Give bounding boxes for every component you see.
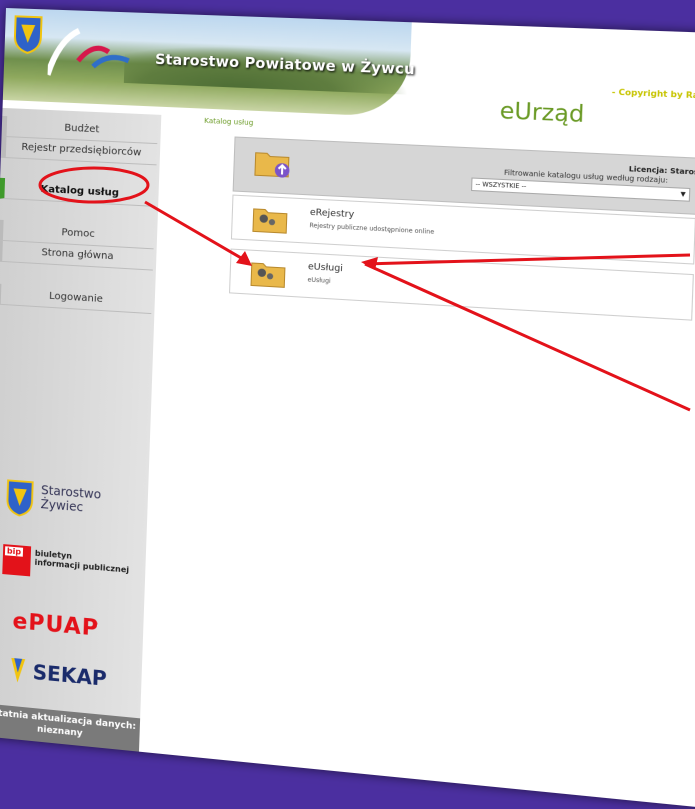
sekap-label: SEKAP	[32, 659, 108, 691]
browser-screen: Starostwo Powiatowe w Żywcu eUrząd - Cop…	[0, 8, 695, 809]
bip-label-2: informacji publicznej	[34, 557, 130, 575]
service-description: eUsługi	[307, 276, 331, 285]
starostwo-label-2: Żywiec	[40, 497, 84, 515]
last-update: Ostatnia aktualizacja danych: nieznany	[0, 703, 141, 752]
bip-badge: bip	[2, 544, 32, 577]
service-title[interactable]: eUsługi	[308, 262, 343, 274]
category-select-value: -- WSZYSTKIE --	[475, 180, 527, 191]
breadcrumb[interactable]: Katalog usług	[204, 117, 253, 127]
coat-of-arms-icon	[13, 15, 43, 54]
sidebar-item-katalog[interactable]: Katalog usług	[0, 177, 156, 207]
coat-of-arms-icon	[4, 478, 35, 518]
service-title[interactable]: eRejestry	[310, 208, 355, 221]
copyright-text: - Copyright by Rafał	[611, 87, 695, 101]
logo-waves-icon	[47, 27, 140, 84]
folder-gear-icon	[249, 257, 287, 290]
sidebar-item-logowanie[interactable]: Logowanie	[0, 283, 153, 315]
sidebar: Budżet Rejestr przedsiębiorców Katalog u…	[0, 107, 162, 752]
folder-upload-icon	[253, 147, 291, 179]
bip-badge-label: bip	[4, 546, 24, 557]
chevron-down-icon: ▼	[680, 190, 686, 199]
epuap-label: ePUAP	[12, 608, 100, 642]
folder-gear-icon	[251, 203, 289, 236]
service-description: Rejestry publiczne udostępnione online	[309, 222, 435, 236]
app-name: eUrząd	[499, 98, 585, 129]
sekap-icon	[10, 657, 26, 684]
